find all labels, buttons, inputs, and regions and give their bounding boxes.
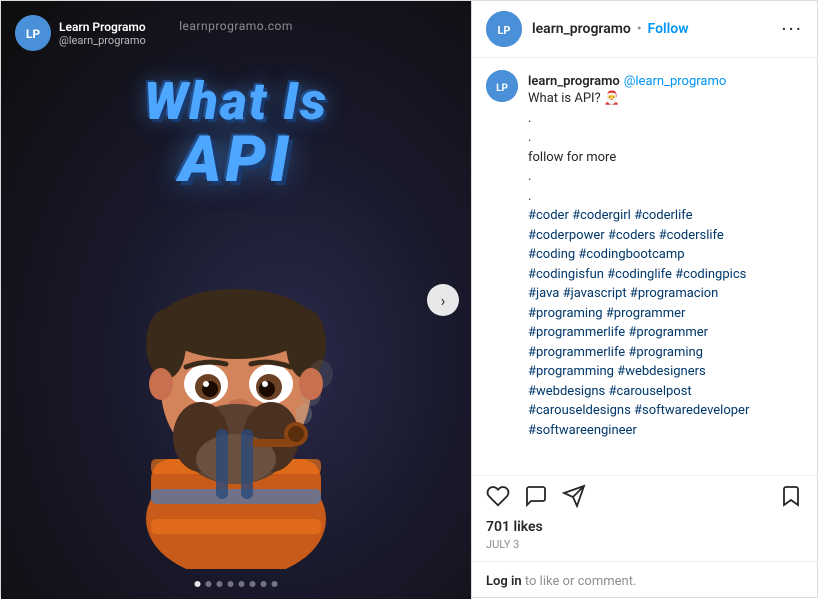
dot-8[interactable] <box>272 581 278 587</box>
comment-text: What is API? 🎅 . . follow for more . . #… <box>528 89 803 460</box>
svg-text:LP: LP <box>497 24 510 37</box>
top-left-name: Learn Programo <box>59 20 146 34</box>
slide-dots <box>195 581 278 587</box>
header-separator: • <box>637 21 642 37</box>
post-image-panel: LP Learn Programo @learn_programo learnp… <box>1 1 471 599</box>
comment-avatar: LP <box>486 70 518 102</box>
character-illustration <box>86 189 386 569</box>
bookmark-button[interactable] <box>779 484 803 513</box>
comment-handle[interactable]: @learn_programo <box>624 74 727 89</box>
dot-2[interactable] <box>206 581 212 587</box>
login-prompt: Log in to like or comment. <box>472 561 817 599</box>
watermark: learnprogramo.com <box>179 19 293 33</box>
title-line2: API <box>1 128 471 192</box>
dot-4[interactable] <box>228 581 234 587</box>
dot-6[interactable] <box>250 581 256 587</box>
follow-button[interactable]: Follow <box>648 21 689 37</box>
post-title: What Is API <box>1 76 471 192</box>
next-slide-button[interactable]: › <box>427 284 459 316</box>
comment-body: learn_programo @learn_programo What is A… <box>528 70 803 460</box>
comment-button[interactable] <box>524 484 548 513</box>
svg-text:LP: LP <box>496 83 508 94</box>
top-left-avatar: LP <box>15 15 51 51</box>
dot-7[interactable] <box>261 581 267 587</box>
login-link[interactable]: Log in <box>486 574 522 589</box>
like-button[interactable] <box>486 484 510 513</box>
svg-text:LP: LP <box>26 27 40 41</box>
comment-username[interactable]: learn_programo <box>528 74 620 89</box>
share-button[interactable] <box>562 484 586 513</box>
header-username[interactable]: learn_programo <box>532 21 631 37</box>
dot-5[interactable] <box>239 581 245 587</box>
right-panel: LP learn_programo • Follow ··· LP learn_… <box>471 1 817 599</box>
header-info: learn_programo • Follow <box>532 21 771 37</box>
post-background: LP Learn Programo @learn_programo learnp… <box>1 1 471 599</box>
more-options-button[interactable]: ··· <box>781 19 803 39</box>
login-text: Log in to like or comment. <box>486 574 636 589</box>
dot-3[interactable] <box>217 581 223 587</box>
top-left-text: Learn Programo @learn_programo <box>59 20 146 47</box>
header-avatar: LP <box>486 11 522 47</box>
top-left-account: LP Learn Programo @learn_programo <box>15 15 146 51</box>
post-header: LP learn_programo • Follow ··· <box>472 1 817 58</box>
top-left-handle: @learn_programo <box>59 34 146 47</box>
action-icons <box>486 484 803 513</box>
title-line1: What Is <box>1 76 471 128</box>
main-comment: LP learn_programo @learn_programo What i… <box>486 70 803 460</box>
likes-count: 701 likes <box>486 519 803 535</box>
comments-section: LP learn_programo @learn_programo What i… <box>472 58 817 475</box>
action-bar: 701 likes July 3 <box>472 475 817 561</box>
post-date: July 3 <box>486 538 803 551</box>
login-prompt-text: to like or comment. <box>525 574 636 589</box>
dot-1[interactable] <box>195 581 201 587</box>
